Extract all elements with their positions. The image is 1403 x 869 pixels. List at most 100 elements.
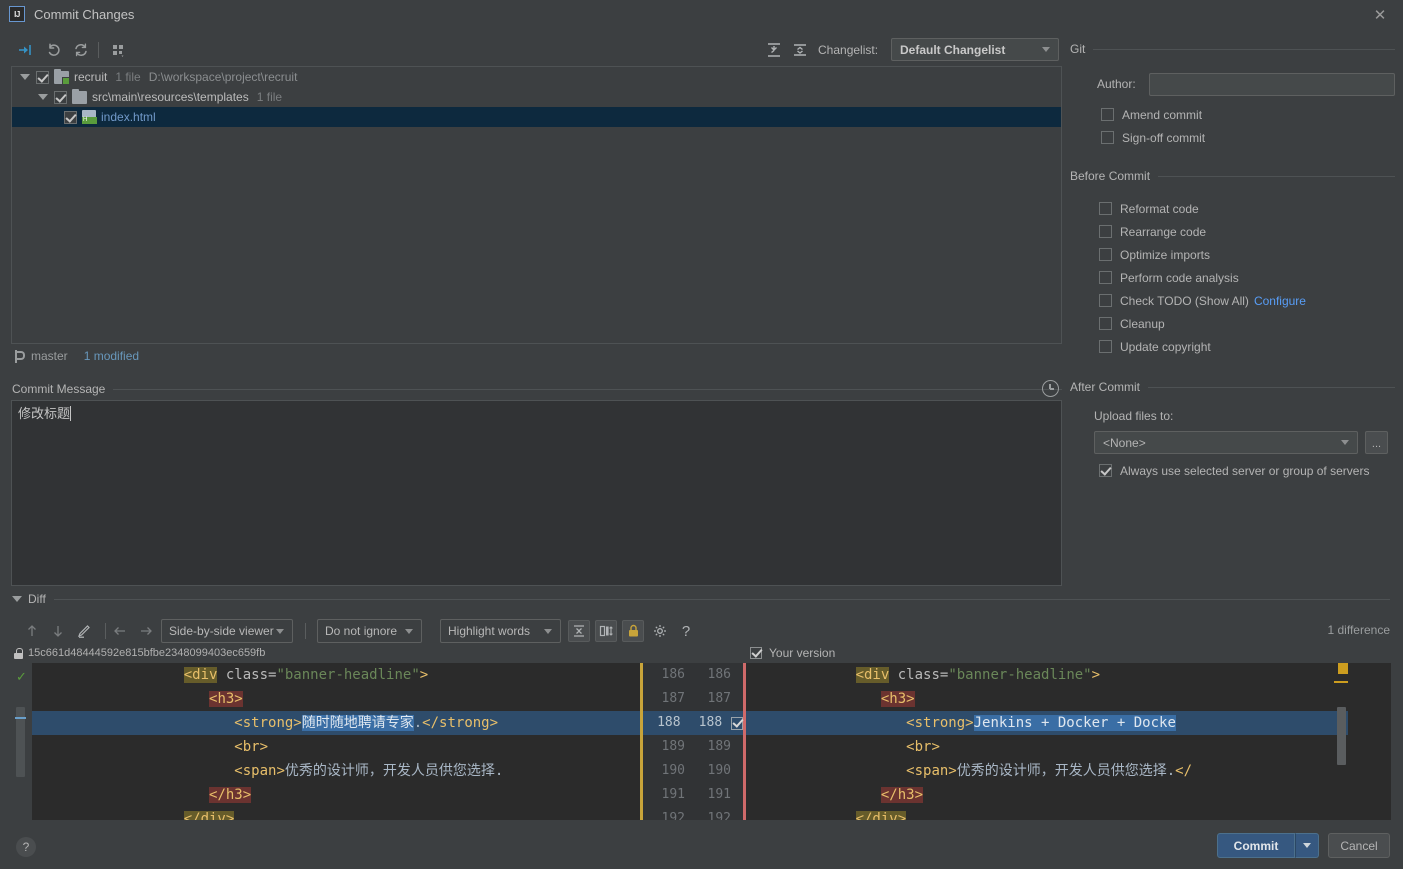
code-line: </h3> xyxy=(880,787,924,803)
show-diff-icon[interactable] xyxy=(14,39,36,61)
left-code-area[interactable]: <div class="banner-headline"> <h3> <stro… xyxy=(32,663,640,820)
refresh-icon[interactable] xyxy=(70,39,92,61)
expand-triangle-icon[interactable] xyxy=(38,94,48,100)
cleanup-row[interactable]: Cleanup xyxy=(1070,312,1395,335)
right-diff-side[interactable]: <div class="banner-headline"> <h3> <stro… xyxy=(746,663,1348,820)
code-line: </h3> xyxy=(209,787,252,803)
collapse-triangle-icon[interactable] xyxy=(12,596,22,602)
previous-difference-icon[interactable] xyxy=(21,620,43,642)
toolbar-separator xyxy=(105,623,106,639)
check-todo-checkbox[interactable] xyxy=(1099,294,1112,307)
always-use-server-row[interactable]: Always use selected server or group of s… xyxy=(1070,459,1395,482)
collapse-all-icon[interactable] xyxy=(789,39,811,61)
changed-files-tree[interactable]: recruit 1 file D:\workspace\project\recr… xyxy=(11,66,1062,344)
group-by-icon[interactable] xyxy=(108,39,130,61)
commit-message-label: Commit Message xyxy=(12,382,106,396)
git-group-header: Git xyxy=(1070,40,1395,58)
right-scrollbar-thumb[interactable] xyxy=(1337,707,1346,765)
expand-all-icon[interactable] xyxy=(763,39,785,61)
update-copyright-row[interactable]: Update copyright xyxy=(1070,335,1395,358)
close-icon[interactable]: ✕ xyxy=(1371,6,1389,24)
perform-code-analysis-row[interactable]: Perform code analysis xyxy=(1070,266,1395,289)
diff-section-header[interactable]: Diff xyxy=(12,591,1390,607)
ignore-mode-value: Do not ignore xyxy=(325,624,398,638)
code-line: <div class="banner-headline"> xyxy=(183,667,429,683)
help-button[interactable]: ? xyxy=(16,837,36,857)
help-icon[interactable]: ? xyxy=(675,620,697,642)
commit-button[interactable]: Commit xyxy=(1217,833,1295,858)
update-copyright-checkbox[interactable] xyxy=(1099,340,1112,353)
upload-files-label: Upload files to: xyxy=(1094,409,1174,423)
left-line-numbers: 186 186 187 187 188 188 189 189 190 190 191 19… xyxy=(643,663,743,820)
apply-right-icon[interactable] xyxy=(135,620,157,642)
branch-icon xyxy=(14,349,25,363)
reformat-code-checkbox[interactable] xyxy=(1099,202,1112,215)
apply-left-icon[interactable] xyxy=(109,620,131,642)
chevron-down-icon xyxy=(276,628,284,634)
accept-change-checkbox[interactable] xyxy=(731,716,743,730)
sign-off-commit-checkbox[interactable] xyxy=(1101,131,1114,144)
text-caret xyxy=(70,406,72,421)
line-number: 186 xyxy=(661,667,685,682)
after-commit-group-header: After Commit xyxy=(1070,378,1395,396)
commit-message-header: Commit Message xyxy=(12,381,1062,397)
revert-icon[interactable] xyxy=(43,39,65,61)
commit-options-panel: Git Author: Amend commit Sign-off commit… xyxy=(1070,40,1395,482)
rearrange-code-checkbox[interactable] xyxy=(1099,225,1112,238)
your-version-label: Your version xyxy=(769,646,836,660)
left-diff-side[interactable]: <div class="banner-headline"> <h3> <stro… xyxy=(32,663,640,820)
read-only-lock-icon[interactable] xyxy=(622,620,644,642)
lock-icon xyxy=(14,647,23,659)
your-version-checkbox[interactable] xyxy=(750,647,762,659)
tree-row-module[interactable]: recruit 1 file D:\workspace\project\recr… xyxy=(12,67,1061,87)
amend-commit-checkbox[interactable] xyxy=(1101,108,1114,121)
commit-dropdown-button[interactable] xyxy=(1295,833,1319,858)
upload-row: <None> ... xyxy=(1070,431,1395,454)
upload-server-dropdown[interactable]: <None> xyxy=(1094,431,1358,454)
perform-code-analysis-checkbox[interactable] xyxy=(1099,271,1112,284)
left-accept-gutter[interactable]: ✓ xyxy=(12,663,32,820)
clock-icon[interactable] xyxy=(1042,380,1059,397)
collapse-unchanged-icon[interactable] xyxy=(568,620,590,642)
reformat-code-row[interactable]: Reformat code xyxy=(1070,197,1395,220)
cleanup-checkbox[interactable] xyxy=(1099,317,1112,330)
tree-item-count: 1 file xyxy=(256,90,283,104)
cancel-button[interactable]: Cancel xyxy=(1328,833,1390,858)
file-checkbox[interactable] xyxy=(54,90,67,104)
author-field[interactable] xyxy=(1149,72,1395,96)
check-todo-row[interactable]: Check TODO (Show All) Configure xyxy=(1070,289,1395,312)
line-number: 189 xyxy=(707,739,731,754)
line-number: 191 xyxy=(707,787,731,802)
changelist-dropdown[interactable]: Default Changelist xyxy=(891,38,1059,61)
two-column-icon[interactable] xyxy=(595,620,617,642)
next-difference-icon[interactable] xyxy=(47,620,69,642)
code-line: <span>优秀的设计师，开发人员供您选择. xyxy=(234,763,504,779)
changelist-value: Default Changelist xyxy=(900,42,1006,57)
file-checkbox[interactable] xyxy=(64,110,77,124)
toolbar-separator xyxy=(98,42,99,58)
highlight-mode-dropdown[interactable]: Highlight words xyxy=(440,619,561,643)
edit-icon[interactable] xyxy=(73,620,95,642)
tree-item-count: 1 file xyxy=(115,70,141,84)
amend-commit-row[interactable]: Amend commit xyxy=(1070,103,1395,126)
expand-triangle-icon[interactable] xyxy=(20,74,30,80)
file-checkbox[interactable] xyxy=(36,70,49,84)
tree-row-file[interactable]: index.html xyxy=(12,107,1061,127)
right-code-area[interactable]: <div class="banner-headline"> <h3> <stro… xyxy=(746,663,1348,820)
optimize-imports-row[interactable]: Optimize imports xyxy=(1070,243,1395,266)
ignore-mode-dropdown[interactable]: Do not ignore xyxy=(317,619,422,643)
diff-viewer[interactable]: ✓ <div class="banner-headline"> <h3> <st… xyxy=(12,663,1391,820)
configure-link[interactable]: Configure xyxy=(1254,294,1306,308)
viewer-mode-dropdown[interactable]: Side-by-side viewer xyxy=(161,619,293,643)
commit-message-input[interactable]: 修改标题 xyxy=(11,400,1062,586)
reformat-code-label: Reformat code xyxy=(1120,201,1199,216)
always-use-server-checkbox[interactable] xyxy=(1099,464,1112,477)
check-todo-label: Check TODO (Show All) xyxy=(1120,293,1249,308)
diff-marker-icon[interactable] xyxy=(15,717,26,719)
browse-servers-button[interactable]: ... xyxy=(1365,431,1388,454)
tree-row-folder[interactable]: src\main\resources\templates 1 file xyxy=(12,87,1061,107)
optimize-imports-checkbox[interactable] xyxy=(1099,248,1112,261)
rearrange-code-row[interactable]: Rearrange code xyxy=(1070,220,1395,243)
sign-off-commit-row[interactable]: Sign-off commit xyxy=(1070,126,1395,149)
gear-icon[interactable] xyxy=(649,620,671,642)
